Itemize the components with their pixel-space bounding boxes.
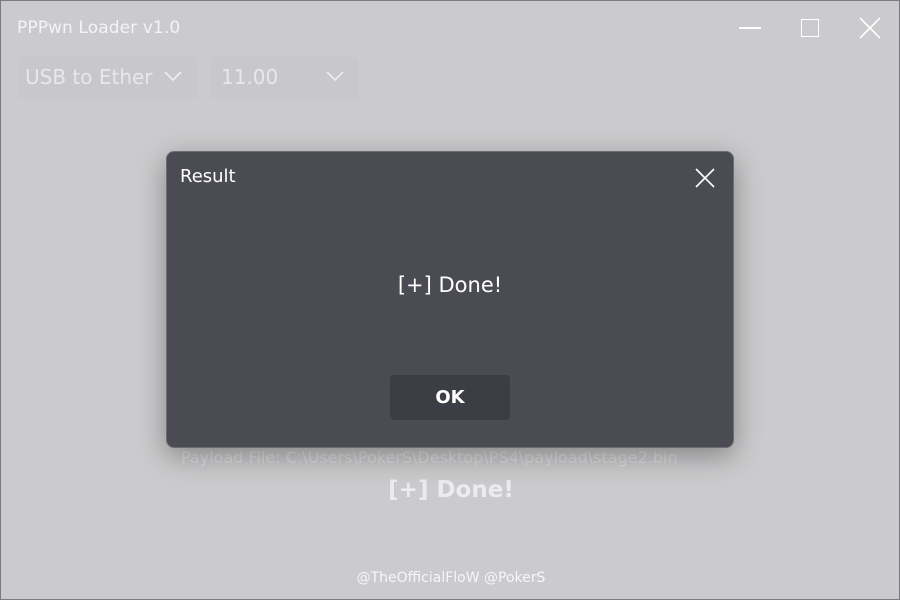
status-text: [+] Done! — [388, 477, 514, 503]
connection-select-value: USB to Ether — [25, 65, 153, 89]
dialog-close-button[interactable] — [687, 160, 723, 196]
close-icon — [859, 17, 881, 39]
dialog-message: [+] Done! — [397, 273, 503, 297]
dialog-title: Result — [180, 166, 236, 187]
maximize-button[interactable] — [781, 1, 839, 55]
minimize-button[interactable] — [721, 1, 779, 55]
chevron-down-icon — [164, 71, 182, 82]
result-dialog: Result [+] Done! OK — [166, 151, 734, 448]
close-icon — [695, 168, 715, 188]
credits-text: @TheOfficialFloW @PokerS — [356, 570, 546, 586]
firmware-select-value: 11.00 — [221, 65, 279, 89]
payload-file-path: Payload File: C:\Users\PokerS\Desktop\PS… — [181, 448, 678, 467]
chevron-down-icon — [326, 71, 344, 82]
close-window-button[interactable] — [841, 1, 899, 55]
app-title: PPPwn Loader v1.0 — [17, 18, 181, 38]
title-bar[interactable]: PPPwn Loader v1.0 — [1, 1, 899, 55]
connection-select[interactable]: USB to Ether — [19, 57, 197, 99]
firmware-select[interactable]: 11.00 — [211, 57, 359, 99]
maximize-icon — [801, 19, 819, 37]
minimize-icon — [739, 27, 761, 29]
ok-button[interactable]: OK — [390, 375, 510, 420]
